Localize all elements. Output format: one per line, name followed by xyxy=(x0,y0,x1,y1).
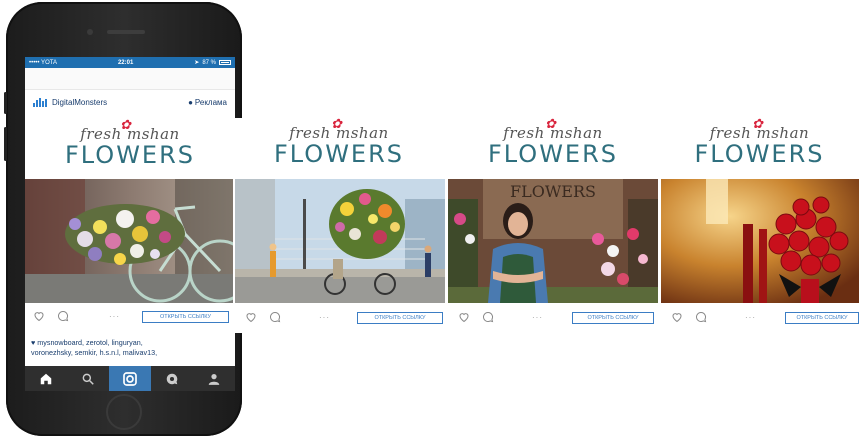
logo-word: FLOWERS xyxy=(273,140,404,168)
tab-profile[interactable] xyxy=(193,366,235,391)
camera-icon xyxy=(123,371,137,386)
brand-logo: fresh mshan ✿ FLOWERS xyxy=(660,117,859,180)
volume-up-button xyxy=(4,127,7,161)
heart-icon[interactable] xyxy=(245,311,257,323)
open-link-button[interactable]: ОТКРЫТЬ ССЫЛКУ xyxy=(357,312,443,324)
post-account[interactable]: DigitalMonsters xyxy=(33,97,108,107)
location-icon: ➤ xyxy=(194,60,200,66)
open-link-button[interactable]: ОТКРЫТЬ ССЫЛКУ xyxy=(572,312,654,324)
search-icon xyxy=(82,373,94,385)
heart-icon[interactable] xyxy=(458,311,470,323)
sponsored-text: Реклама xyxy=(194,97,227,107)
likes-line[interactable]: ♥ mysnowboard, zerotol, linguryan, xyxy=(31,338,231,348)
rose-icon: ✿ xyxy=(752,117,764,132)
logo-script: fresh mshan ✿ xyxy=(80,118,180,143)
front-camera xyxy=(87,29,93,35)
app-nav-bar xyxy=(25,68,235,90)
rose-icon: ✿ xyxy=(545,117,557,132)
more-dots[interactable]: ··· xyxy=(745,313,756,322)
carrier-label: ••••• YOTA xyxy=(29,59,57,66)
rose-icon: ✿ xyxy=(331,117,343,132)
more-dots[interactable]: ··· xyxy=(109,312,120,321)
comment-icon[interactable] xyxy=(57,310,69,322)
carousel-card-1[interactable]: fresh mshan ✿ FLOWERS ··· ОТКРЫТЬ ССЫЛКУ xyxy=(233,117,445,333)
tab-camera[interactable] xyxy=(109,366,151,391)
carousel-card-3[interactable]: fresh mshan ✿ FLOWERS ··· ОТКРЫТЬ ССЫЛКУ xyxy=(660,117,859,333)
phone-screen: ••••• YOTA 22:01 ➤ 87 % DigitalMonsters … xyxy=(25,57,235,391)
brand-logo: fresh mshan ✿ FLOWERS xyxy=(447,117,659,180)
post-photo[interactable] xyxy=(25,179,235,303)
open-link-button[interactable]: ОТКРЫТЬ ССЫЛКУ xyxy=(785,312,859,324)
account-logo-icon xyxy=(33,97,47,107)
status-bar: ••••• YOTA 22:01 ➤ 87 % xyxy=(25,57,235,68)
caption-line: voronezhsky, semkir, h.s.n.l, malivav13, xyxy=(31,347,158,357)
logo-word: FLOWERS xyxy=(487,140,618,168)
home-button[interactable] xyxy=(106,394,142,430)
battery-icon xyxy=(219,60,231,65)
tab-activity[interactable] xyxy=(151,366,193,391)
post-header: DigitalMonsters ● Реклама xyxy=(25,91,235,113)
earpiece-speaker xyxy=(107,30,145,34)
phone-frame: ••••• YOTA 22:01 ➤ 87 % DigitalMonsters … xyxy=(4,2,244,436)
bottom-tab-bar xyxy=(25,366,235,391)
shop-sign-text: FLOWERS xyxy=(510,182,596,201)
battery-percent: 87 % xyxy=(202,59,216,66)
tab-search[interactable] xyxy=(67,366,109,391)
carousel-photo[interactable] xyxy=(661,179,859,303)
profile-icon xyxy=(208,373,220,385)
logo-script: fresh mshan ✿ xyxy=(709,117,810,142)
info-icon: ● xyxy=(188,97,193,107)
comment-icon[interactable] xyxy=(482,311,494,323)
home-icon xyxy=(40,373,52,384)
comment-icon[interactable] xyxy=(269,311,281,323)
brand-logo: fresh mshan ✿ FLOWERS xyxy=(25,118,235,179)
logo-word: FLOWERS xyxy=(694,140,825,168)
heart-icon[interactable] xyxy=(33,310,45,322)
logo-word: FLOWERS xyxy=(64,141,195,169)
more-dots[interactable]: ··· xyxy=(532,313,543,322)
chat-icon xyxy=(166,373,178,384)
heart-icon[interactable] xyxy=(671,311,683,323)
account-name: DigitalMonsters xyxy=(52,97,108,107)
comment-icon[interactable] xyxy=(695,311,707,323)
clock: 22:01 xyxy=(117,59,134,66)
carousel-card-2[interactable]: fresh mshan ✿ FLOWERS FLOWERS ··· ОТКРЫТ… xyxy=(447,117,659,333)
carousel-photo[interactable]: FLOWERS xyxy=(448,179,658,303)
post-caption: ♥ mysnowboard, zerotol, linguryan, voron… xyxy=(31,338,231,357)
sponsored-label[interactable]: ● Реклама xyxy=(188,98,227,107)
tab-home[interactable] xyxy=(25,366,67,391)
rose-icon: ✿ xyxy=(120,118,132,133)
status-right: ➤ 87 % xyxy=(194,59,231,66)
mute-switch xyxy=(4,92,7,114)
brand-logo: fresh mshan ✿ FLOWERS xyxy=(233,117,445,180)
open-link-button[interactable]: ОТКРЫТЬ ССЫЛКУ xyxy=(142,311,229,323)
carousel-photo[interactable] xyxy=(235,179,445,303)
logo-script: fresh mshan ✿ xyxy=(289,117,389,142)
logo-script: fresh mshan ✿ xyxy=(503,117,603,142)
more-dots[interactable]: ··· xyxy=(319,313,330,322)
